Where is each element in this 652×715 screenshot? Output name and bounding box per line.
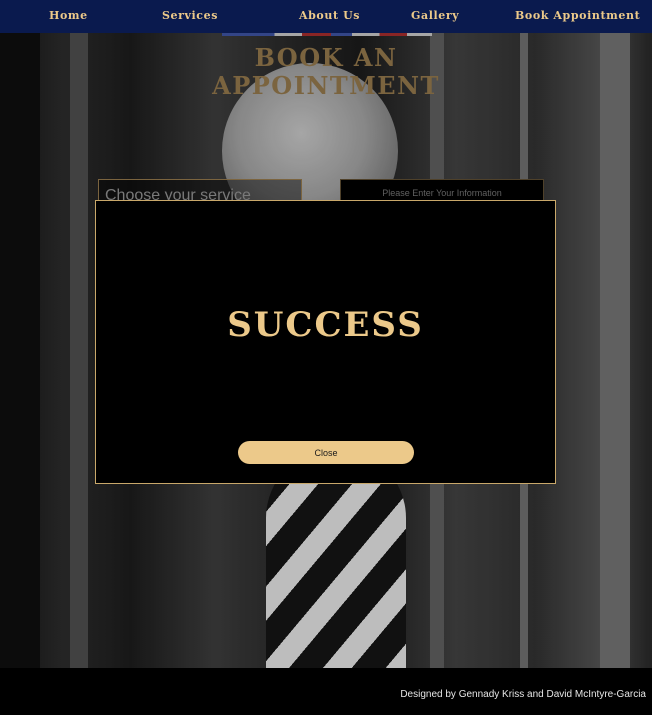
- footer: Designed by Gennady Kriss and David McIn…: [0, 668, 652, 715]
- success-dialog-title: SUCCESS: [227, 305, 424, 345]
- close-button[interactable]: Close: [238, 441, 414, 464]
- top-navigation: Home Services About Us Gallery Book Appo…: [0, 0, 652, 33]
- nav-gallery-link[interactable]: Gallery: [411, 9, 459, 22]
- success-dialog: SUCCESS Close: [95, 200, 556, 484]
- nav-book-appointment-link[interactable]: Book Appointment: [515, 9, 640, 22]
- nav-services-link[interactable]: Services: [162, 9, 218, 22]
- nav-home-link[interactable]: Home: [49, 9, 88, 22]
- footer-credit: Designed by Gennady Kriss and David McIn…: [400, 689, 646, 700]
- nav-about-us-link[interactable]: About Us: [299, 9, 360, 22]
